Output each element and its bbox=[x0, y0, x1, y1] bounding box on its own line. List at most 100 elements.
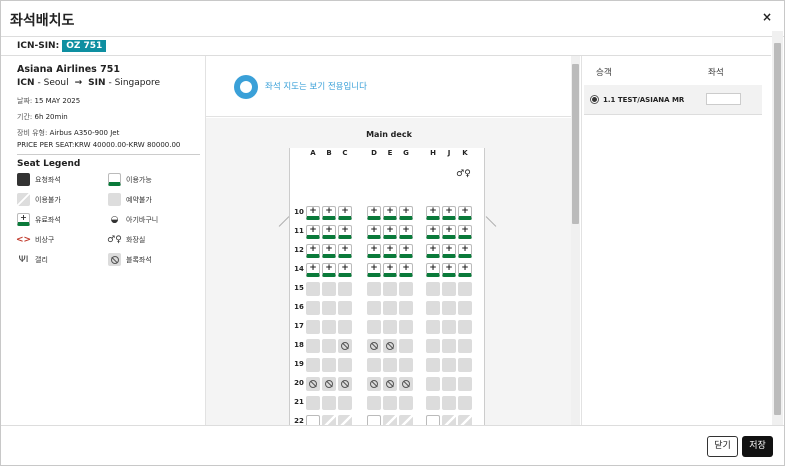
seat-12c[interactable]: + bbox=[338, 244, 352, 258]
equipment-value: Airbus A350-900 Jet bbox=[49, 129, 120, 137]
seat-22d[interactable] bbox=[367, 415, 381, 425]
passenger-table-header: 승객 좌석 bbox=[582, 56, 762, 84]
seat-14g[interactable]: + bbox=[399, 263, 413, 277]
seat-11g[interactable]: + bbox=[399, 225, 413, 239]
legend-title: Seat Legend bbox=[17, 159, 81, 169]
seat-12k[interactable]: + bbox=[458, 244, 472, 258]
row-label: 22 bbox=[294, 417, 304, 425]
legend-lavatory: ♂♀ 화장실 bbox=[107, 233, 146, 246]
legend-paid: + 유료좌석 bbox=[17, 213, 61, 226]
passenger-header: 승객 bbox=[596, 68, 612, 78]
row-label: 14 bbox=[294, 265, 304, 273]
seat-16c bbox=[338, 301, 352, 315]
seat-10e[interactable]: + bbox=[383, 206, 397, 220]
seat-10c[interactable]: + bbox=[338, 206, 352, 220]
seat-22h[interactable] bbox=[426, 415, 440, 425]
seat-header: 좌석 bbox=[708, 68, 724, 78]
seat-15h bbox=[426, 282, 440, 296]
legend-label: 화장실 bbox=[126, 235, 146, 244]
seat-22j bbox=[442, 415, 456, 425]
lavatory-icon: ♂♀ bbox=[456, 168, 471, 179]
seat-14d[interactable]: + bbox=[367, 263, 381, 277]
scroll-thumb[interactable] bbox=[572, 64, 579, 224]
seat-11h[interactable]: + bbox=[426, 225, 440, 239]
legend-label: 유료좌석 bbox=[35, 215, 61, 224]
seat-22g bbox=[399, 415, 413, 425]
seat-17g bbox=[399, 320, 413, 334]
seat-12g[interactable]: + bbox=[399, 244, 413, 258]
seat-map-dialog: 좌석배치도 × ICN-SIN: OZ 751 Asiana Airlines … bbox=[0, 0, 785, 466]
flight-badge[interactable]: OZ 751 bbox=[62, 40, 107, 52]
seat-11e[interactable]: + bbox=[383, 225, 397, 239]
seat-14k[interactable]: + bbox=[458, 263, 472, 277]
seat-17j bbox=[442, 320, 456, 334]
seat-11a[interactable]: + bbox=[306, 225, 320, 239]
row-label: 17 bbox=[294, 322, 304, 330]
seat-15d bbox=[367, 282, 381, 296]
seat-22e bbox=[383, 415, 397, 425]
seat-14j[interactable]: + bbox=[442, 263, 456, 277]
seat-21b bbox=[322, 396, 336, 410]
seat-11b[interactable]: + bbox=[322, 225, 336, 239]
seat-11c[interactable]: + bbox=[338, 225, 352, 239]
scroll-thumb[interactable] bbox=[774, 43, 781, 415]
seat-15j bbox=[442, 282, 456, 296]
seat-18a bbox=[306, 339, 320, 353]
seat-10g[interactable]: + bbox=[399, 206, 413, 220]
seat-21h bbox=[426, 396, 440, 410]
seat-16d bbox=[367, 301, 381, 315]
seat-10d[interactable]: + bbox=[367, 206, 381, 220]
seat-14h[interactable]: + bbox=[426, 263, 440, 277]
dest-code: SIN bbox=[88, 78, 106, 88]
seat-14e[interactable]: + bbox=[383, 263, 397, 277]
seat-12d[interactable]: + bbox=[367, 244, 381, 258]
close-icon[interactable]: × bbox=[762, 10, 772, 24]
passenger-seat-field[interactable] bbox=[706, 93, 741, 105]
lavatory-icon: ♂♀ bbox=[107, 234, 122, 245]
seat-12h[interactable]: + bbox=[426, 244, 440, 258]
seat-12b[interactable]: + bbox=[322, 244, 336, 258]
seat-17h bbox=[426, 320, 440, 334]
seat-12e[interactable]: + bbox=[383, 244, 397, 258]
seat-11d[interactable]: + bbox=[367, 225, 381, 239]
legend-bassinet: ◒ 아기바구니 bbox=[108, 213, 159, 226]
seat-14b[interactable]: + bbox=[322, 263, 336, 277]
seat-20k bbox=[458, 377, 472, 391]
close-button[interactable]: 닫기 bbox=[707, 436, 738, 457]
seat-map-scrollbar[interactable] bbox=[571, 56, 580, 425]
row-label: 16 bbox=[294, 303, 304, 311]
seat-21e bbox=[383, 396, 397, 410]
seat-15b bbox=[322, 282, 336, 296]
origin-code: ICN bbox=[17, 78, 35, 88]
column-label-d: D bbox=[371, 149, 377, 157]
seat-18h bbox=[426, 339, 440, 353]
dialog-scrollbar[interactable] bbox=[772, 31, 783, 425]
seat-10k[interactable]: + bbox=[458, 206, 472, 220]
seat-17d bbox=[367, 320, 381, 334]
save-button[interactable]: 저장 bbox=[742, 436, 773, 457]
seat-14a[interactable]: + bbox=[306, 263, 320, 277]
seat-22a[interactable] bbox=[306, 415, 320, 425]
row-label: 19 bbox=[294, 360, 304, 368]
passenger-row[interactable]: 1.1 TEST/ASIANA MR bbox=[584, 85, 762, 115]
seat-10b[interactable]: + bbox=[322, 206, 336, 220]
legend-label: 갤리 bbox=[35, 255, 48, 264]
seat-11j[interactable]: + bbox=[442, 225, 456, 239]
seat-16g bbox=[399, 301, 413, 315]
seat-14c[interactable]: + bbox=[338, 263, 352, 277]
route-code: ICN-SIN: bbox=[17, 41, 60, 51]
seat-20j bbox=[442, 377, 456, 391]
seat-19a bbox=[306, 358, 320, 372]
seat-16b bbox=[322, 301, 336, 315]
seat-11k[interactable]: + bbox=[458, 225, 472, 239]
seat-22b bbox=[322, 415, 336, 425]
duration-value: 6h 20min bbox=[34, 113, 68, 121]
seat-12a[interactable]: + bbox=[306, 244, 320, 258]
seat-19h bbox=[426, 358, 440, 372]
seat-10j[interactable]: + bbox=[442, 206, 456, 220]
seat-10h[interactable]: + bbox=[426, 206, 440, 220]
seat-10a[interactable]: + bbox=[306, 206, 320, 220]
seat-15e bbox=[383, 282, 397, 296]
seat-12j[interactable]: + bbox=[442, 244, 456, 258]
passenger-radio[interactable] bbox=[590, 95, 599, 104]
